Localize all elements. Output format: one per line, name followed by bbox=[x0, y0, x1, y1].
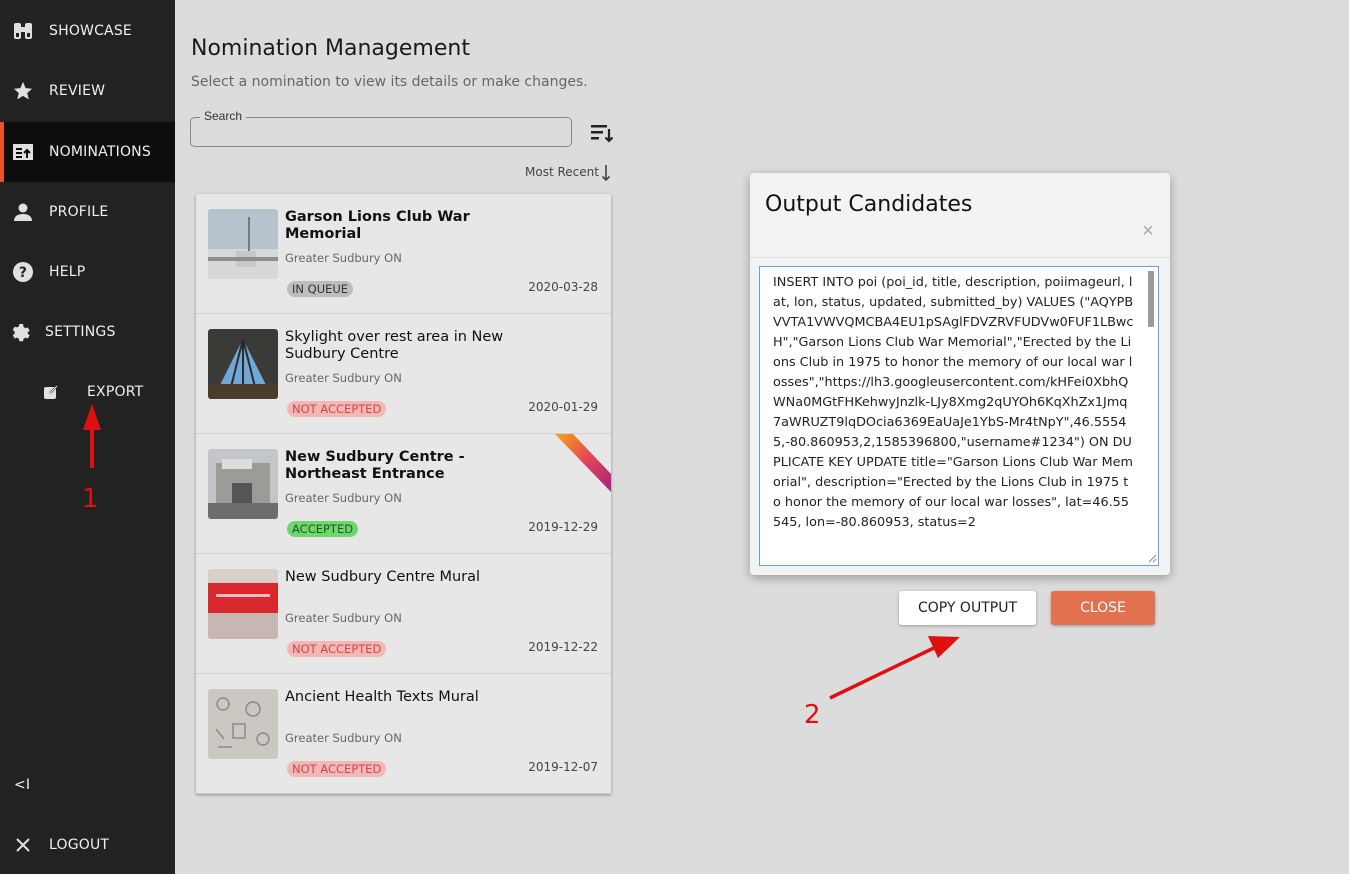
annotation-label-1: 1 bbox=[82, 484, 99, 514]
annotation-arrows bbox=[83, 404, 960, 700]
annotation-label-2: 2 bbox=[804, 700, 821, 730]
